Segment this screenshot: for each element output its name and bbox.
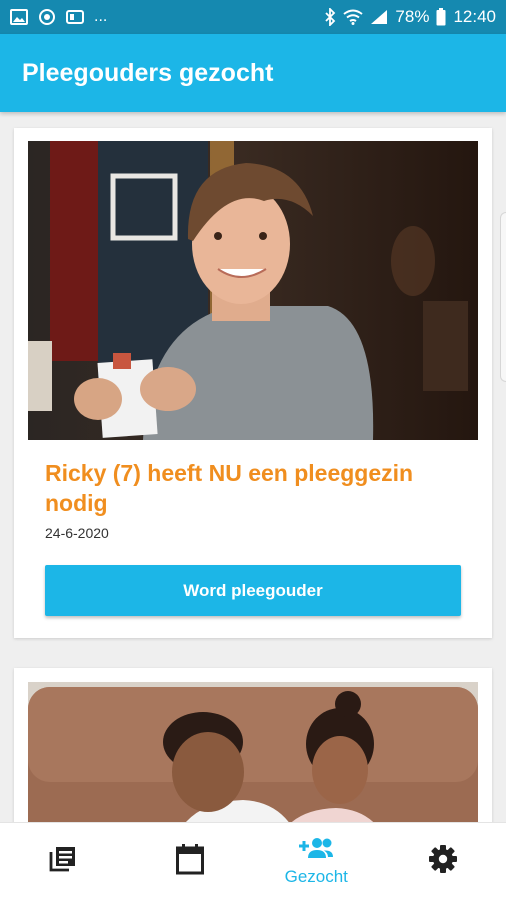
sim-icon (66, 9, 84, 25)
scroll-handle[interactable] (500, 212, 506, 382)
card-title[interactable]: Ricky (7) heeft NU een pleeggezin nodig (45, 458, 465, 518)
nav-label: Gezocht (284, 867, 348, 886)
clock: 12:40 (453, 7, 496, 26)
vacancy-card[interactable] (14, 668, 492, 822)
image-icon (10, 9, 28, 25)
page-title: Pleegouders gezocht (22, 58, 274, 87)
app-bar: Pleegouders gezocht (0, 34, 506, 112)
status-bar: ... 78% 12:40 (0, 0, 506, 34)
child-photo (28, 141, 478, 440)
sync-icon (38, 8, 56, 26)
signal-icon (370, 9, 388, 25)
vacancy-card[interactable]: Ricky (7) heeft NU een pleeggezin nodig … (14, 128, 492, 638)
add-people-icon (298, 836, 334, 865)
wifi-icon (343, 9, 364, 25)
bluetooth-icon (324, 8, 336, 26)
battery-icon (436, 8, 446, 26)
content-list[interactable]: Ricky (7) heeft NU een pleeggezin nodig … (0, 112, 506, 822)
battery-percent: 78% (395, 7, 430, 26)
card-date: 24-6-2020 (45, 525, 109, 541)
bottom-navigation: Gezocht (0, 822, 506, 900)
nav-gezocht[interactable]: Gezocht (253, 823, 380, 900)
nav-calendar[interactable] (127, 823, 254, 900)
gear-icon (428, 844, 458, 879)
status-more: ... (94, 8, 108, 25)
nav-news[interactable] (0, 823, 127, 900)
children-photo (28, 682, 478, 822)
become-foster-parent-button[interactable]: Word pleegouder (45, 565, 461, 616)
news-icon (48, 844, 78, 879)
calendar-icon (175, 843, 205, 880)
nav-settings[interactable] (380, 823, 506, 900)
